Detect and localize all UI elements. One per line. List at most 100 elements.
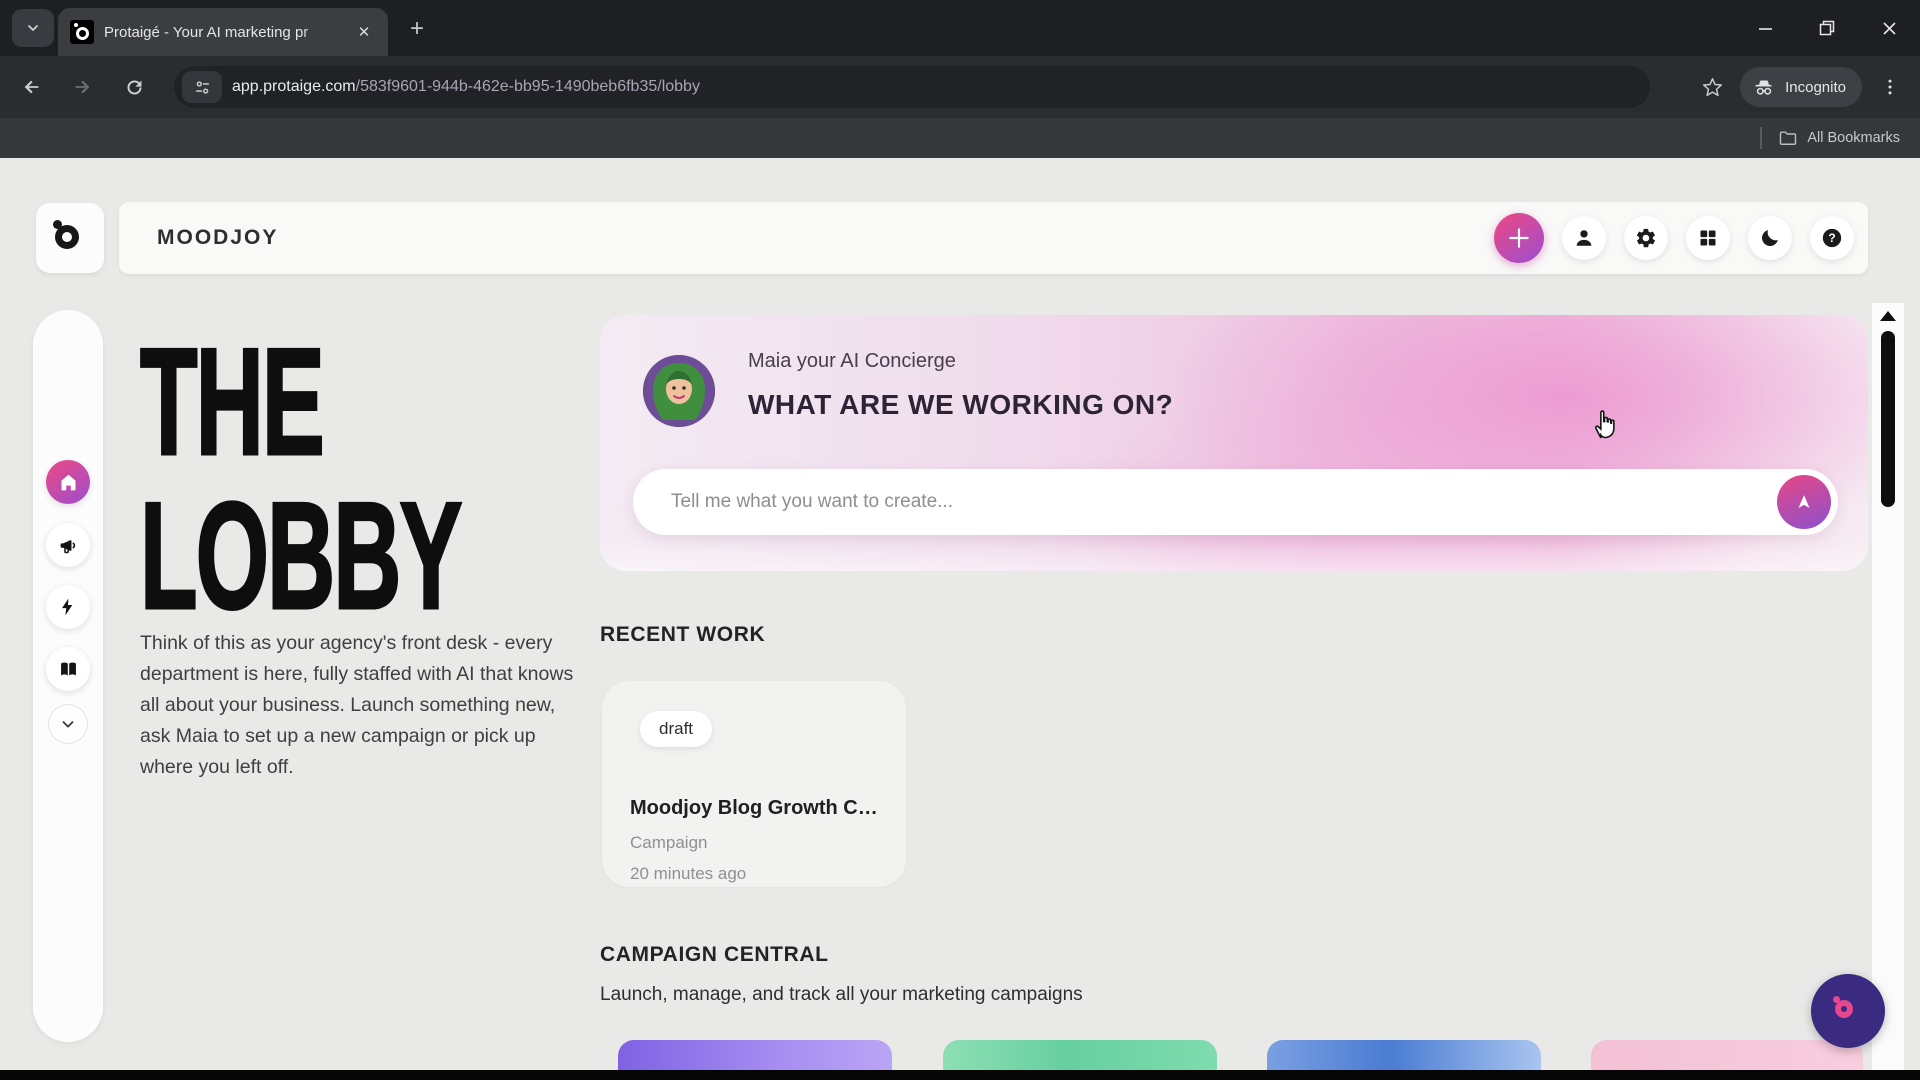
megaphone-icon	[58, 535, 79, 556]
help-button[interactable]: ?	[1810, 216, 1854, 260]
bookmark-star-button[interactable]	[1692, 67, 1732, 107]
new-tab-button[interactable]: +	[402, 14, 432, 44]
protaige-favicon-icon	[70, 20, 94, 44]
window-controls	[1734, 0, 1920, 56]
sidebar-item-home[interactable]	[46, 460, 90, 504]
recent-work-heading: RECENT WORK	[600, 623, 765, 647]
question-icon: ?	[1821, 227, 1843, 249]
sidebar-expand-button[interactable]	[48, 704, 88, 744]
recent-work-card[interactable]: draft Moodjoy Blog Growth C… Campaign 20…	[602, 681, 906, 887]
maia-prompt-field[interactable]	[633, 469, 1838, 535]
bookmarks-bar: All Bookmarks	[0, 118, 1920, 158]
url-text: app.protaige.com/583f9601-944b-462e-bb95…	[232, 78, 700, 96]
sidebar-item-quick-actions[interactable]	[46, 585, 90, 629]
create-button[interactable]	[1494, 213, 1544, 263]
url-path: /583f9601-944b-462e-bb95-1490beb6fb35/lo…	[356, 78, 700, 95]
browser-tab-strip: Protaigé - Your AI marketing pr ✕ +	[0, 0, 1920, 56]
maia-avatar	[643, 355, 715, 427]
status-badge: draft	[640, 711, 712, 747]
tune-icon	[193, 78, 212, 97]
all-bookmarks-button[interactable]: All Bookmarks	[1807, 130, 1900, 146]
workspace-name: MOODJOY	[157, 226, 278, 250]
reload-icon	[124, 77, 145, 98]
plus-icon	[1506, 225, 1532, 251]
tab-close-button[interactable]: ✕	[352, 20, 376, 44]
app-page: MOODJOY ?	[0, 158, 1920, 1072]
campaign-central-heading: CAMPAIGN CENTRAL	[600, 943, 829, 967]
url-bar[interactable]: app.protaige.com/583f9601-944b-462e-bb95…	[174, 66, 1650, 108]
campaign-central-subtitle: Launch, manage, and track all your marke…	[600, 984, 1083, 1006]
close-window-button[interactable]	[1858, 0, 1920, 56]
page-title-line1: THE	[140, 326, 323, 478]
campaign-card-3[interactable]	[1267, 1040, 1541, 1072]
sidebar-item-library[interactable]	[46, 647, 90, 691]
toolbar-right: Incognito	[1692, 66, 1910, 108]
reload-button[interactable]	[114, 67, 154, 107]
scrollbar-thumb[interactable]	[1881, 331, 1895, 507]
screen: Protaigé - Your AI marketing pr ✕ +	[0, 0, 1920, 1080]
page-scrollbar[interactable]	[1872, 303, 1904, 1072]
incognito-label: Incognito	[1785, 79, 1846, 96]
forward-icon	[71, 76, 93, 98]
send-button[interactable]	[1777, 475, 1831, 529]
bookmarks-separator	[1760, 127, 1762, 149]
send-arrow-icon	[1793, 491, 1815, 513]
protaige-fab-logo-icon	[1835, 1000, 1853, 1018]
scroll-up-arrow[interactable]	[1880, 311, 1896, 321]
maia-panel-fade	[600, 537, 1868, 571]
protaige-logo-icon	[55, 225, 79, 249]
browser-menu-button[interactable]	[1870, 67, 1910, 107]
maia-heading: WHAT ARE WE WORKING ON?	[748, 389, 1173, 421]
sidebar-item-campaigns[interactable]	[46, 523, 90, 567]
tab-title: Protaigé - Your AI marketing pr	[104, 24, 342, 41]
gear-icon	[1635, 227, 1657, 249]
chevron-down-icon	[25, 20, 41, 36]
person-icon	[1573, 227, 1595, 249]
bottom-edge-bar	[0, 1070, 1920, 1080]
close-icon	[1882, 21, 1897, 36]
folder-icon	[1778, 128, 1798, 148]
home-icon	[58, 472, 79, 493]
back-button[interactable]	[12, 67, 52, 107]
campaign-card-1[interactable]	[618, 1040, 892, 1072]
apps-button[interactable]	[1686, 216, 1730, 260]
minimize-button[interactable]	[1734, 0, 1796, 56]
restore-button[interactable]	[1796, 0, 1858, 56]
settings-button[interactable]	[1624, 216, 1668, 260]
restore-icon	[1819, 20, 1835, 36]
recent-card-time: 20 minutes ago	[630, 864, 746, 884]
maia-concierge-panel: Maia your AI Concierge WHAT ARE WE WORKI…	[600, 315, 1868, 571]
lightning-icon	[58, 597, 78, 617]
chevron-down-icon	[59, 715, 77, 733]
maia-prompt-input[interactable]	[671, 469, 1751, 535]
site-settings-button[interactable]	[182, 71, 222, 103]
profile-button[interactable]	[1562, 216, 1606, 260]
header-actions: ?	[1494, 213, 1854, 263]
url-domain: app.protaige.com	[232, 78, 356, 95]
campaign-card-2[interactable]	[943, 1040, 1217, 1072]
incognito-badge: Incognito	[1740, 67, 1862, 107]
tab-search-button[interactable]	[12, 9, 54, 47]
incognito-icon	[1752, 75, 1776, 99]
back-icon	[21, 76, 43, 98]
recent-card-title: Moodjoy Blog Growth C…	[630, 797, 882, 820]
star-icon	[1702, 77, 1723, 98]
maia-eyebrow: Maia your AI Concierge	[748, 350, 956, 373]
app-logo[interactable]	[36, 203, 104, 273]
app-header: MOODJOY ?	[119, 202, 1868, 274]
sidebar	[33, 310, 103, 1042]
maia-avatar-illustration	[643, 355, 715, 427]
page-title-line2: LOBBY	[140, 480, 461, 632]
assistant-fab[interactable]	[1811, 974, 1885, 1048]
dark-mode-button[interactable]	[1748, 216, 1792, 260]
forward-button[interactable]	[62, 67, 102, 107]
browser-toolbar: app.protaige.com/583f9601-944b-462e-bb95…	[0, 56, 1920, 118]
moon-icon	[1759, 227, 1781, 249]
recent-card-type: Campaign	[630, 833, 708, 853]
svg-text:?: ?	[1828, 231, 1835, 245]
book-icon	[58, 659, 79, 680]
kebab-menu-icon	[1880, 77, 1900, 97]
page-description: Think of this as your agency's front des…	[140, 628, 588, 783]
campaign-card-4[interactable]	[1591, 1040, 1863, 1072]
browser-tab[interactable]: Protaigé - Your AI marketing pr ✕	[58, 8, 388, 56]
